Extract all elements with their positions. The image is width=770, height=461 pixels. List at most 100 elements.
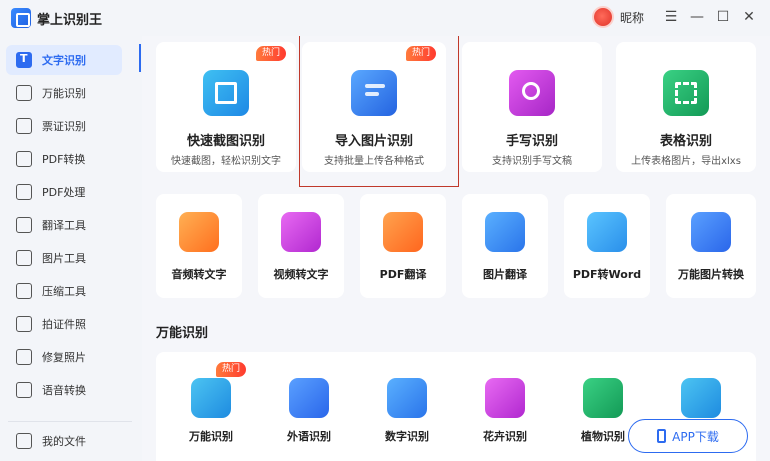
sidebar-item-label: 万能识别 <box>42 87 86 100</box>
universal-recognition-card[interactable]: 热门 万能识别 <box>162 354 260 460</box>
sidebar-item-voice[interactable]: 语音转换 <box>6 375 122 405</box>
sidebar-item-label: 压缩工具 <box>42 285 86 298</box>
card-title: 万能识别 <box>189 430 233 443</box>
app-download-button[interactable]: APP下载 <box>628 419 748 453</box>
foreign-language-icon <box>289 378 329 418</box>
sidebar-item-label: 语音转换 <box>42 384 86 397</box>
number-icon <box>387 378 427 418</box>
sidebar-item-repair-photo[interactable]: 修复照片 <box>6 342 122 372</box>
phone-icon <box>657 429 667 443</box>
card-title: 万能图片转换 <box>678 268 744 281</box>
image-translate-icon <box>485 212 525 252</box>
translate-icon <box>16 217 32 233</box>
image-convert-card[interactable]: 万能图片转换 <box>666 194 756 298</box>
flower-recognition-card[interactable]: 花卉识别 <box>456 354 554 460</box>
card-title: 外语识别 <box>287 430 331 443</box>
sidebar-item-image-tools[interactable]: 图片工具 <box>6 243 122 273</box>
pdf-translate-icon <box>383 212 423 252</box>
number-recognition-card[interactable]: 数字识别 <box>358 354 456 460</box>
text-recognition-icon <box>16 52 32 68</box>
plant-icon <box>583 378 623 418</box>
image-convert-icon <box>691 212 731 252</box>
window-controls: 昵称 ☰ — ☐ ✕ <box>591 4 762 30</box>
app-download-label: APP下载 <box>672 429 719 444</box>
folder-icon <box>16 433 32 449</box>
sidebar-item-label: 图片工具 <box>42 252 86 265</box>
sidebar-item-id-photo[interactable]: 拍证件照 <box>6 309 122 339</box>
sidebar-item-my-files[interactable]: 我的文件 <box>6 426 122 456</box>
maximize-icon[interactable]: ☐ <box>710 4 736 30</box>
sidebar-scroll-indicator <box>139 44 141 72</box>
sidebar-item-label: PDF处理 <box>42 186 86 199</box>
pdf-to-word-card[interactable]: PDF转Word <box>564 194 650 298</box>
card-title: PDF翻译 <box>379 268 427 281</box>
card-title: 手写识别 <box>505 134 558 149</box>
sidebar-item-label: PDF转换 <box>42 153 86 166</box>
audio-to-text-card[interactable]: 音频转文字 <box>156 194 242 298</box>
pdf-convert-icon <box>16 151 32 167</box>
card-desc: 快速截图，轻松识别文字 <box>171 156 281 167</box>
user-nickname[interactable]: 昵称 <box>620 9 644 26</box>
flower-icon <box>485 378 525 418</box>
audio-file-icon <box>179 212 219 252</box>
pdf-process-icon <box>16 184 32 200</box>
image-translate-card[interactable]: 图片翻译 <box>462 194 548 298</box>
animal-icon <box>681 378 721 418</box>
table-icon <box>663 70 709 116</box>
close-icon[interactable]: ✕ <box>736 4 762 30</box>
sidebar-item-label: 修复照片 <box>42 351 86 364</box>
card-title: 数字识别 <box>385 430 429 443</box>
card-desc: 支持识别手写文稿 <box>492 156 572 167</box>
sidebar-item-universal[interactable]: 万能识别 <box>6 78 122 108</box>
compress-icon <box>16 283 32 299</box>
app-title: 掌上识别王 <box>37 13 103 28</box>
screenshot-recognition-card[interactable]: 热门 快速截图识别 快速截图，轻松识别文字 <box>156 42 296 172</box>
menu-icon[interactable]: ☰ <box>658 4 684 30</box>
table-recognition-card[interactable]: 表格识别 上传表格图片，导出xlxs <box>616 42 756 172</box>
image-icon <box>16 250 32 266</box>
video-file-icon <box>281 212 321 252</box>
card-title: 表格识别 <box>659 134 712 149</box>
card-title: 音频转文字 <box>171 268 227 281</box>
magnifier-icon <box>509 70 555 116</box>
sidebar-item-label: 文字识别 <box>42 54 86 67</box>
card-title: 视频转文字 <box>273 268 329 281</box>
voice-icon <box>16 382 32 398</box>
user-avatar[interactable] <box>591 6 614 28</box>
sidebar-item-label: 拍证件照 <box>42 318 86 331</box>
card-desc: 上传表格图片，导出xlxs <box>631 156 741 167</box>
foreign-language-card[interactable]: 外语识别 <box>260 354 358 460</box>
app-logo-icon <box>11 8 31 28</box>
card-title: 快速截图识别 <box>186 134 265 149</box>
hot-badge: 热门 <box>215 362 246 377</box>
word-file-icon <box>587 212 627 252</box>
minimize-icon[interactable]: — <box>684 4 710 30</box>
selection-highlight-frame <box>299 36 459 187</box>
card-title: PDF转Word <box>572 268 642 281</box>
sidebar: 文字识别 万能识别 票证识别 PDF转换 PDF处理 翻译工具 图片工具 压缩工… <box>0 40 140 461</box>
sidebar-item-label: 票证识别 <box>42 120 86 133</box>
pdf-translate-card[interactable]: PDF翻译 <box>360 194 446 298</box>
sidebar-item-text-recognition[interactable]: 文字识别 <box>6 45 122 75</box>
card-title: 图片翻译 <box>483 268 527 281</box>
universal-icon <box>16 85 32 101</box>
main-content: 热门 快速截图识别 快速截图，轻松识别文字 热门 导入图片识别 支持批量上传各种… <box>142 36 770 461</box>
sidebar-divider <box>8 421 132 422</box>
eye-scan-icon <box>191 378 231 418</box>
sidebar-item-ticket[interactable]: 票证识别 <box>6 111 122 141</box>
id-photo-icon <box>16 316 32 332</box>
sidebar-item-compress[interactable]: 压缩工具 <box>6 276 122 306</box>
ticket-icon <box>16 118 32 134</box>
sidebar-item-label: 翻译工具 <box>42 219 86 232</box>
hot-badge: 热门 <box>255 46 286 61</box>
video-to-text-card[interactable]: 视频转文字 <box>258 194 344 298</box>
crop-icon <box>203 70 249 116</box>
sidebar-item-label: 我的文件 <box>42 435 86 448</box>
title-bar: 掌上识别王 昵称 ☰ — ☐ ✕ <box>0 0 770 36</box>
sidebar-item-pdf-process[interactable]: PDF处理 <box>6 177 122 207</box>
repair-photo-icon <box>16 349 32 365</box>
section-title: 万能识别 <box>156 326 209 341</box>
sidebar-item-translate[interactable]: 翻译工具 <box>6 210 122 240</box>
handwriting-recognition-card[interactable]: 手写识别 支持识别手写文稿 <box>462 42 602 172</box>
sidebar-item-pdf-convert[interactable]: PDF转换 <box>6 144 122 174</box>
